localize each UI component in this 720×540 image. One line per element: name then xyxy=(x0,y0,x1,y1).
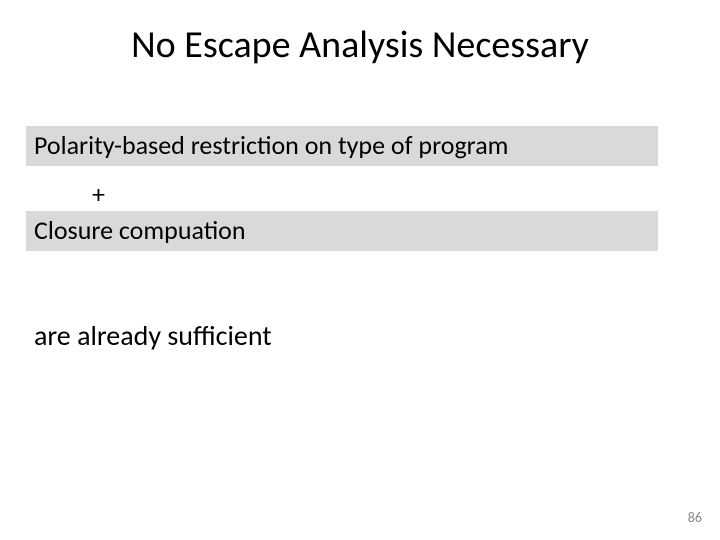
highlight-box-polarity: Polarity-based restriction on type of pr… xyxy=(26,126,658,166)
page-number: 86 xyxy=(688,509,702,526)
plus-symbol: + xyxy=(92,178,105,210)
highlight-box-closure: Closure compuation xyxy=(26,211,658,251)
slide-title: No Escape Analysis Necessary xyxy=(0,22,720,68)
sufficient-text: are already sufficient xyxy=(34,318,272,353)
slide: No Escape Analysis Necessary Polarity-ba… xyxy=(0,0,720,540)
